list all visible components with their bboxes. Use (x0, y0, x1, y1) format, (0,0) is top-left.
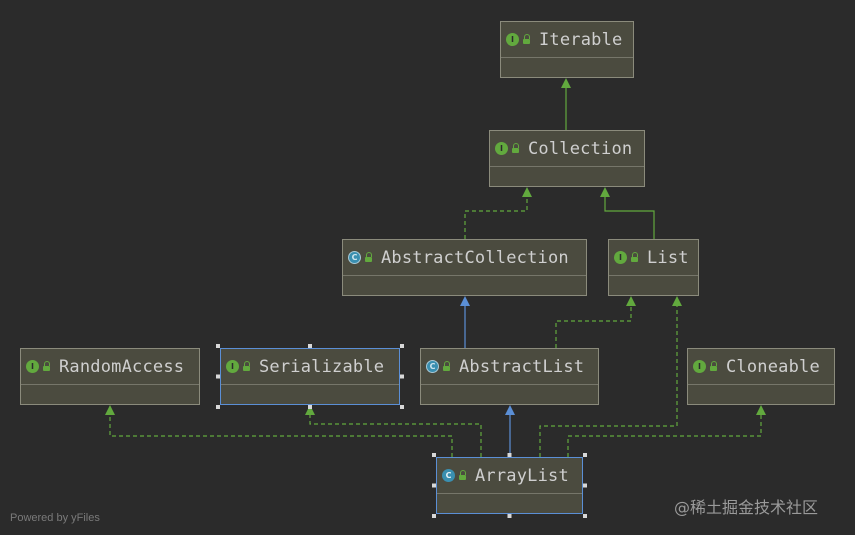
public-visibility-icon (442, 361, 451, 372)
selection-handle[interactable] (507, 514, 512, 518)
interface-icon: I (226, 360, 239, 373)
node-label: Cloneable (726, 356, 820, 377)
node-abstractlist[interactable]: C AbstractList (420, 348, 599, 405)
selection-handle[interactable] (583, 514, 587, 518)
public-visibility-icon (458, 470, 467, 481)
node-members-section (21, 384, 199, 404)
public-visibility-icon (364, 252, 373, 263)
edge-arraylist-to-randomaccess (105, 405, 453, 457)
node-header: I Iterable (501, 22, 633, 57)
node-serializable[interactable]: I Serializable (220, 348, 400, 405)
interface-icon: I (614, 251, 627, 264)
arrow-head (626, 296, 636, 306)
node-label: AbstractList (459, 356, 585, 377)
selection-handle[interactable] (400, 344, 404, 348)
edge-line (109, 415, 453, 457)
node-collection[interactable]: I Collection (489, 130, 645, 187)
node-members-section (421, 384, 598, 404)
edge-arraylist-to-abstractlist (505, 405, 515, 457)
edge-arraylist-to-serializable (305, 405, 482, 457)
node-label: RandomAccess (59, 356, 185, 377)
node-cloneable[interactable]: I Cloneable (687, 348, 835, 405)
arrow-head (505, 405, 515, 415)
arrow-head (756, 405, 766, 415)
node-header: C AbstractList (421, 349, 598, 384)
edge-arraylist-to-cloneable (567, 405, 766, 457)
abstract-class-icon: C (426, 360, 439, 373)
edge-collection-to-iterable (561, 78, 571, 130)
edge-abstractlist-to-abstractcollection (460, 296, 470, 348)
public-visibility-icon (242, 361, 251, 372)
node-members-section (437, 493, 582, 513)
arrow-head (522, 187, 532, 197)
public-visibility-icon (42, 361, 51, 372)
abstract-class-icon: C (348, 251, 361, 264)
node-members-section (688, 384, 834, 404)
selection-handle[interactable] (400, 405, 404, 409)
arrow-head (561, 78, 571, 88)
node-label: Iterable (539, 29, 623, 50)
node-header: I Collection (490, 131, 644, 166)
node-members-section (221, 384, 399, 404)
public-visibility-icon (709, 361, 718, 372)
node-list[interactable]: I List (608, 239, 699, 296)
selection-handle[interactable] (400, 374, 404, 379)
node-header: C ArrayList (437, 458, 582, 493)
powered-by-label: Powered by yFiles (10, 512, 100, 524)
watermark: @稀土掘金技术社区 (674, 498, 819, 517)
selection-handle[interactable] (308, 405, 312, 409)
edge-line (555, 306, 632, 348)
interface-icon: I (506, 33, 519, 46)
node-members-section (343, 275, 586, 295)
node-header: C AbstractCollection (343, 240, 586, 275)
node-label: List (647, 247, 689, 268)
public-visibility-icon (630, 252, 639, 263)
class-icon: C (442, 469, 455, 482)
node-header: I List (609, 240, 698, 275)
node-header: I Cloneable (688, 349, 834, 384)
arrow-head (105, 405, 115, 415)
edge-line (604, 197, 655, 239)
node-arraylist[interactable]: C ArrayList (436, 457, 583, 514)
selection-handle[interactable] (216, 405, 220, 409)
selection-handle[interactable] (583, 483, 587, 488)
arrow-head (672, 296, 682, 306)
node-members-section (609, 275, 698, 295)
public-visibility-icon (522, 34, 531, 45)
node-iterable[interactable]: I Iterable (500, 21, 634, 78)
edge-abstractcollection-to-collection (464, 187, 532, 239)
node-members-section (501, 57, 633, 77)
interface-icon: I (495, 142, 508, 155)
edge-list-to-collection (600, 187, 655, 239)
node-label: Serializable (259, 356, 385, 377)
node-label: AbstractCollection (381, 247, 569, 268)
selection-handle[interactable] (583, 453, 587, 457)
edge-abstractlist-to-list (555, 296, 636, 348)
arrow-head (460, 296, 470, 306)
node-abstractcollection[interactable]: C AbstractCollection (342, 239, 587, 296)
public-visibility-icon (511, 143, 520, 154)
node-members-section (490, 166, 644, 186)
node-randomaccess[interactable]: I RandomAccess (20, 348, 200, 405)
node-label: ArrayList (475, 465, 569, 486)
edge-line (567, 415, 762, 457)
node-header: I RandomAccess (21, 349, 199, 384)
node-header: I Serializable (221, 349, 399, 384)
node-label: Collection (528, 138, 633, 159)
interface-icon: I (26, 360, 39, 373)
selection-handle[interactable] (432, 514, 436, 518)
arrow-head (600, 187, 610, 197)
interface-icon: I (693, 360, 706, 373)
edge-line (464, 197, 528, 239)
